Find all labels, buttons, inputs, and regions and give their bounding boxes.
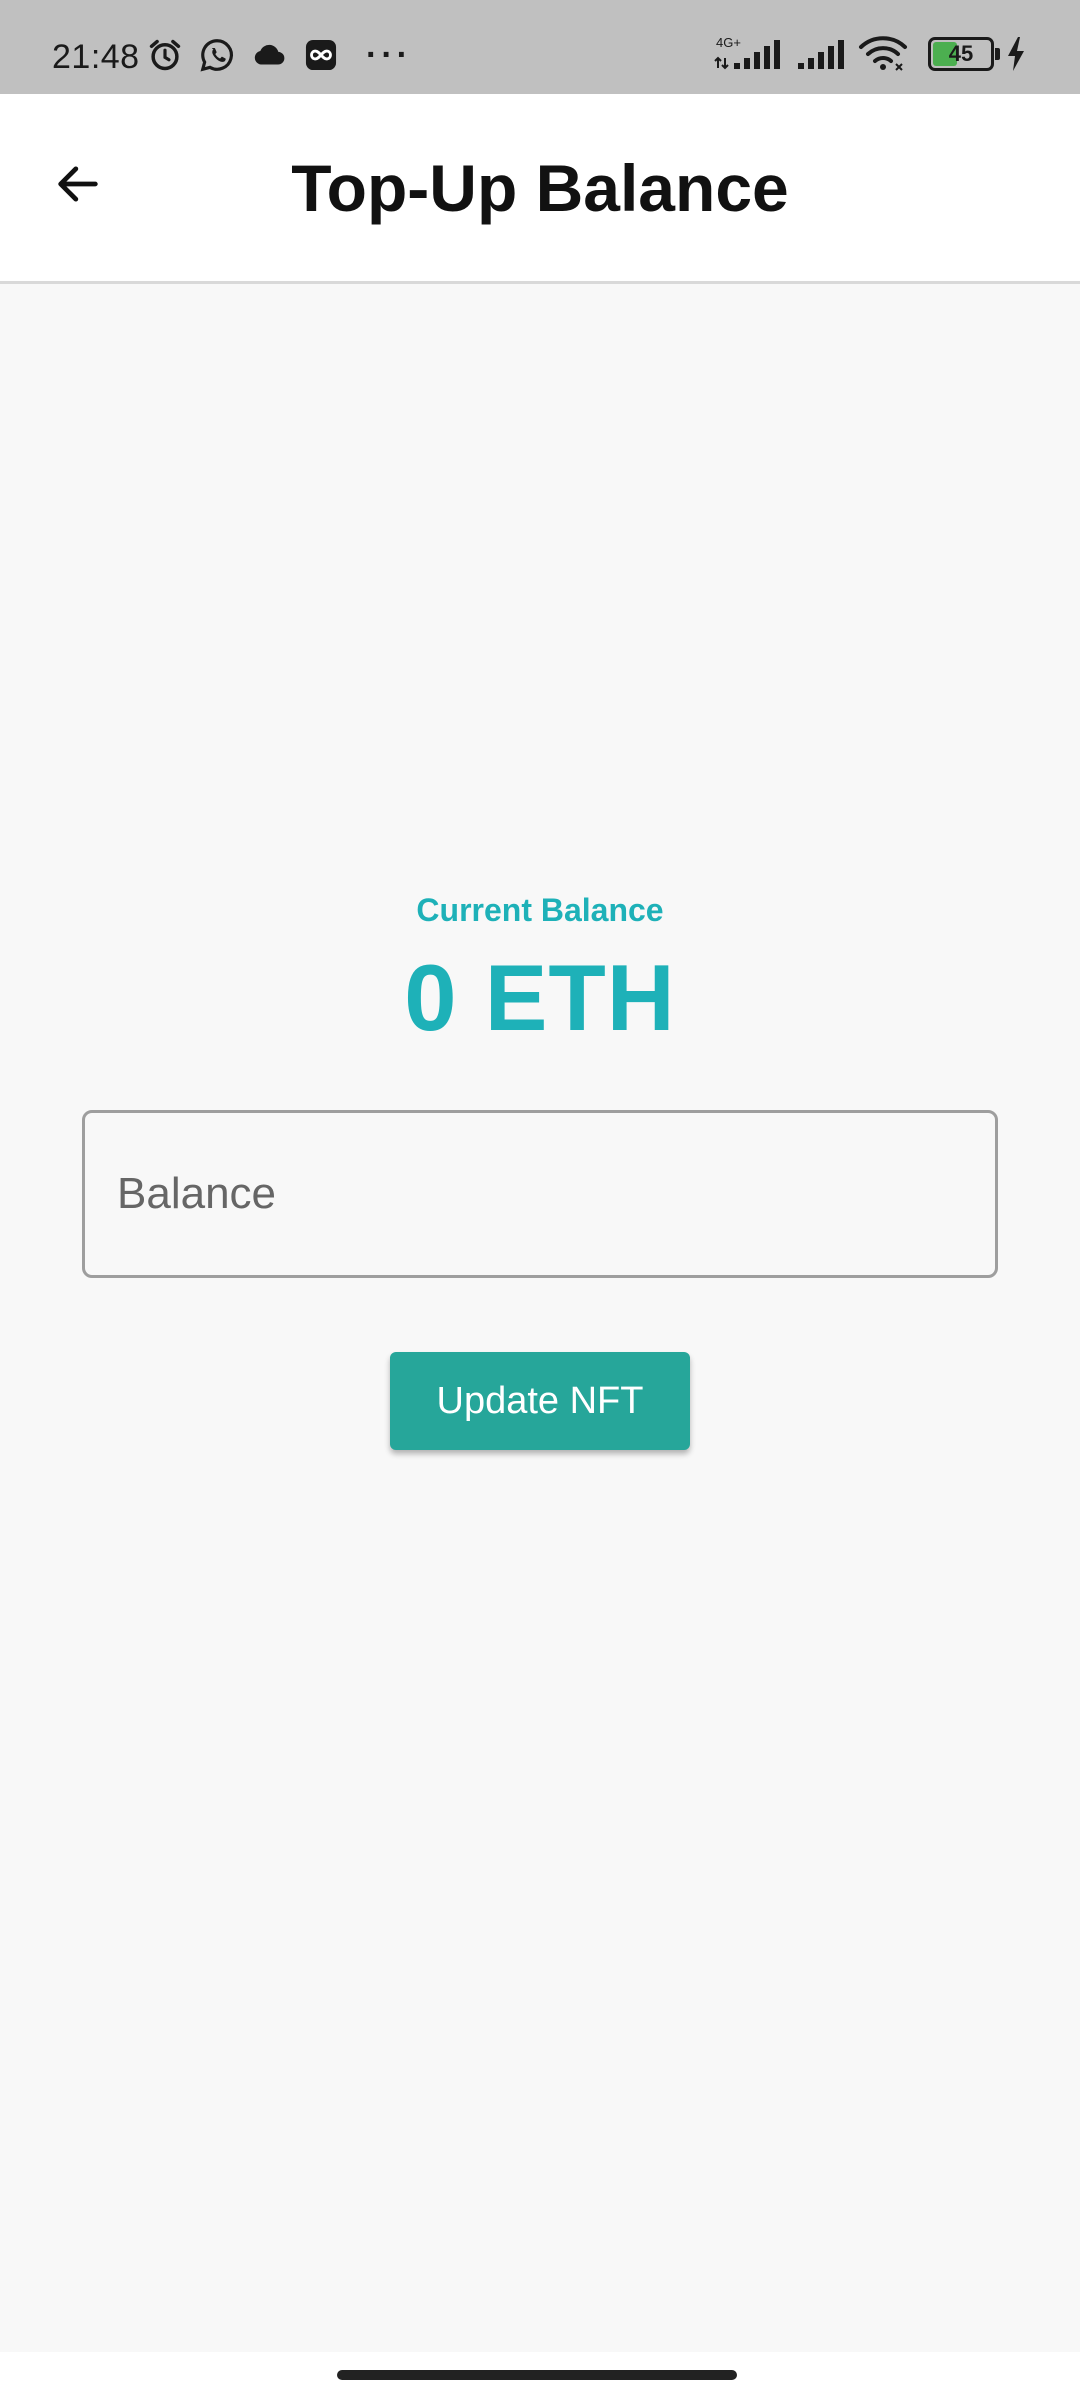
- signal-4g-icon: 4G+: [714, 35, 780, 70]
- cloud-icon: [254, 44, 285, 65]
- update-nft-button[interactable]: Update NFT: [390, 1352, 690, 1450]
- signal-icon: [798, 40, 844, 69]
- infinity-app-icon: [305, 39, 337, 71]
- current-balance-value: 0 ETH: [404, 945, 676, 1050]
- battery-level: 45: [948, 41, 974, 66]
- home-indicator[interactable]: [337, 2370, 737, 2380]
- status-bar: 21:48 ··· 4G+ 45: [0, 0, 1080, 94]
- battery-tip: [995, 48, 1000, 60]
- screen: 21:48 ··· 4G+ 45 Top-Up Balance Current …: [0, 0, 1080, 2400]
- wifi-icon: [859, 36, 907, 71]
- status-left-icons: ···: [146, 36, 412, 74]
- current-balance-label: Current Balance: [416, 892, 664, 928]
- battery-icon: 45: [928, 37, 1000, 71]
- balance-input[interactable]: [82, 1110, 998, 1278]
- status-time: 21:48: [52, 38, 140, 76]
- page-title: Top-Up Balance: [291, 151, 789, 225]
- whatsapp-icon: [200, 39, 233, 72]
- charging-icon: [1008, 37, 1024, 71]
- app-bar: Top-Up Balance: [0, 94, 1080, 284]
- alarm-icon: [149, 39, 181, 71]
- status-right-icons: 4G+ 45: [714, 34, 1026, 74]
- navigation-bar: [0, 2352, 1080, 2400]
- more-notifications-icon: ···: [366, 36, 412, 74]
- network-type-label: 4G+: [716, 35, 741, 50]
